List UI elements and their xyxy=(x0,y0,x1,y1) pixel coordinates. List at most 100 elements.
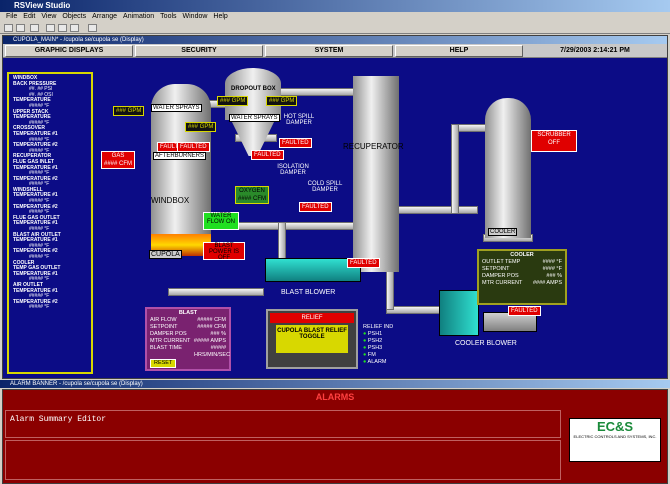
faulted-indicator: FAULTED xyxy=(251,150,284,160)
menu-help[interactable]: Help xyxy=(213,13,227,20)
security-button[interactable]: SECURITY xyxy=(135,45,263,57)
menu-view[interactable]: View xyxy=(41,13,56,20)
relief-ind-label: PSH3 xyxy=(367,345,383,351)
save-icon[interactable] xyxy=(16,24,25,32)
blast-panel: BLAST AIR FLOW ##### CFM SETPOINT ##### CFM… xyxy=(145,307,231,371)
relief-status: RELIEF IND ● PSH1 ● PSH2 ● PSH3 ● FM ● ALARM xyxy=(363,324,393,366)
menu-tools[interactable]: Tools xyxy=(160,13,176,20)
readout-label: BLAST TIME xyxy=(150,345,182,351)
temperature-panel: WINDBOX BACK PRESSURE ##. ## PSI ##. ## OSI… xyxy=(7,72,93,374)
relief-ind-label: ALARM xyxy=(367,359,387,365)
help-button[interactable]: HELP xyxy=(395,45,523,57)
gpm-readout: ### GPM xyxy=(266,96,298,106)
pipe xyxy=(168,288,264,296)
hot-spill-label: HOT SPILL DAMPER xyxy=(283,114,315,126)
readout-label: OUTLET TEMP xyxy=(482,259,521,265)
blast-blower-label: BLAST BLOWER xyxy=(281,289,336,296)
gpm-readout: ### GPM xyxy=(185,122,217,132)
cut-icon[interactable] xyxy=(46,24,55,32)
readout-value: ##### AMPS xyxy=(193,338,226,344)
display-title: CUPOLA_MAIN* - /cupola se/cupola se (Dis… xyxy=(13,37,144,43)
relief-ind-item: ● PSH2 xyxy=(363,338,393,345)
readout-value: #### °F xyxy=(542,259,562,265)
pipe xyxy=(451,124,459,214)
readout-value: ##### CFM xyxy=(197,324,226,330)
menu-arrange[interactable]: Arrange xyxy=(92,13,117,20)
menu-animation[interactable]: Animation xyxy=(123,13,154,20)
print-icon[interactable] xyxy=(30,24,39,32)
water-sprays-label: WATER SPRAYS xyxy=(151,104,202,112)
alarm-window: ALARM BANNER - /cupola se/cupola se (Dis… xyxy=(0,380,670,484)
cooler-label: COOLER xyxy=(488,228,518,236)
faulted-indicator: FAULTED xyxy=(508,306,541,316)
readout-label: SETPOINT xyxy=(482,266,510,272)
readout-row: SETPOINT ##### CFM xyxy=(150,324,226,331)
alarm-banner: ALARMS Alarm Summary Editor EC&S ELECTRI… xyxy=(2,389,668,484)
system-button[interactable]: SYSTEM xyxy=(265,45,393,57)
menu-bar: File Edit View Objects Arrange Animation Tools… xyxy=(0,12,670,22)
relief-panel: RELIEF CUPOLA BLAST RELIEF TOGGLE xyxy=(266,309,358,369)
menu-window[interactable]: Window xyxy=(183,13,208,20)
readout-label: MTR CURRENT xyxy=(482,280,523,286)
readout-label: MTR CURRENT xyxy=(150,338,191,344)
cooler-tower xyxy=(485,98,531,238)
alarm-grid xyxy=(5,440,561,480)
menu-file[interactable]: File xyxy=(6,13,17,20)
cooler-blower-housing xyxy=(439,290,479,336)
copy-icon[interactable] xyxy=(58,24,67,32)
cupola-label: CUPOLA xyxy=(149,250,182,259)
alarm-summary[interactable]: Alarm Summary Editor xyxy=(5,410,561,438)
test-display-icon[interactable] xyxy=(88,24,97,32)
afterburners-label: AFTERBURNERS xyxy=(153,152,207,160)
display-title-bar: CUPOLA_MAIN* - /cupola se/cupola se (Dis… xyxy=(3,36,667,44)
gas-readout: GAS #### CFM xyxy=(101,151,136,169)
graphic-displays-button[interactable]: GRAPHIC DISPLAYS xyxy=(5,45,133,57)
relief-ind-item: ● ALARM xyxy=(363,359,393,366)
faulted-indicator: FAULTED xyxy=(299,202,332,212)
new-icon[interactable] xyxy=(4,24,13,32)
nav-bar: GRAPHIC DISPLAYS SECURITY SYSTEM HELP 7/… xyxy=(3,44,667,58)
relief-ind-label: FM xyxy=(367,352,376,358)
readout-value: ### % xyxy=(210,331,226,337)
gas-label: GAS xyxy=(111,153,125,159)
alarms-heading: ALARMS xyxy=(315,392,355,402)
logo-subtext: ELECTRIC CONTROLS AND SYSTEMS, INC. xyxy=(573,434,657,439)
faulted-indicator: FAULTED xyxy=(347,258,380,268)
relief-toggle-button[interactable]: CUPOLA BLAST RELIEF TOGGLE xyxy=(276,325,348,353)
reset-button[interactable]: RESET xyxy=(150,359,177,368)
recuperator xyxy=(353,76,399,272)
water-flow-indicator: WATER FLOW ON xyxy=(203,212,239,230)
water-sprays-label: WATER SPRAYS xyxy=(229,114,280,122)
paste-icon[interactable] xyxy=(70,24,79,32)
readout-row: MTR CURRENT ##### AMPS xyxy=(150,338,226,345)
readout-row: OUTLET TEMP #### °F xyxy=(482,259,562,266)
readout-value: ##### CFM xyxy=(197,317,226,323)
isolation-damper-label: ISOLATION DAMPER xyxy=(277,164,309,176)
readout-row: BLAST TIME ##### xyxy=(150,345,226,352)
readout-row: SETPOINT #### °F xyxy=(482,266,562,273)
readout-label: SETPOINT xyxy=(150,324,178,330)
cold-spill-label: COLD SPILL DAMPER xyxy=(307,181,343,193)
gpm-readout: ### GPM xyxy=(113,106,145,116)
blast-title: BLAST xyxy=(178,310,198,316)
readout-value: #### °F xyxy=(542,266,562,272)
menu-edit[interactable]: Edit xyxy=(23,13,35,20)
readout-row: DAMPER POS ### % xyxy=(150,331,226,338)
relief-indicator: RELIEF xyxy=(270,313,354,323)
readout-row: MTR CURRENT #### AMPS xyxy=(482,280,562,287)
readout-row: DAMPER POS ### % xyxy=(482,273,562,280)
blast-power-indicator: BLAST POWER IS OFF xyxy=(203,242,245,261)
pipe xyxy=(398,206,478,214)
relief-ind-item: ● FM xyxy=(363,352,393,359)
blast-time-units: HRS/MIN/SEC xyxy=(194,352,231,358)
relief-ind-label: PSH1 xyxy=(367,331,383,337)
scrubber-indicator: SCRUBBER OFF xyxy=(531,130,577,152)
cooler-panel-title: COOLER xyxy=(510,252,534,258)
dropout-box-label: DROPOUT BOX xyxy=(231,86,276,92)
readout-label: AIR FLOW xyxy=(150,317,177,323)
menu-objects[interactable]: Objects xyxy=(62,13,86,20)
relief-ind-item: ● PSH1 xyxy=(363,331,393,338)
gpm-readout: ### GPM xyxy=(217,96,249,106)
logo-text: EC&S xyxy=(596,419,634,434)
display-window: CUPOLA_MAIN* - /cupola se/cupola se (Dis… xyxy=(2,35,668,379)
